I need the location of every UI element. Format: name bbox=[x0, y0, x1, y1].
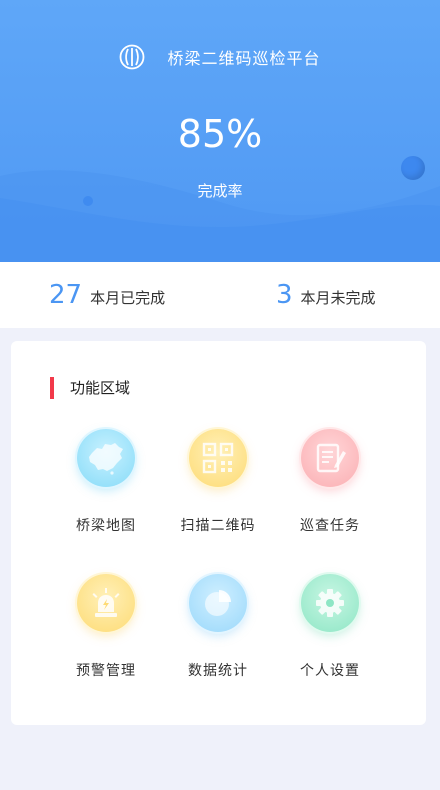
decorative-dot bbox=[83, 196, 93, 206]
function-label: 扫描二维码 bbox=[180, 518, 256, 534]
stat-uncompleted-label: 本月未完成 bbox=[300, 289, 376, 307]
pie-chart-icon bbox=[205, 590, 231, 616]
function-area-card: 功能区域 桥梁地图 扫描二维码 巡查任务 预警管理 数据统计 个人设置 bbox=[11, 341, 426, 725]
patrol-task-icon-circle bbox=[301, 429, 359, 487]
qr-code-icon bbox=[202, 442, 234, 474]
alarm-light-icon bbox=[92, 588, 120, 617]
function-alert-management[interactable]: 预警管理 bbox=[46, 574, 166, 680]
china-map-icon bbox=[89, 443, 123, 475]
header-title-row: 桥梁二维码巡检平台 bbox=[0, 42, 440, 72]
function-label: 巡查任务 bbox=[300, 518, 360, 534]
statistics-icon-circle bbox=[189, 574, 247, 632]
stat-uncompleted-value: 3 bbox=[276, 280, 293, 310]
function-personal-settings[interactable]: 个人设置 bbox=[270, 574, 390, 680]
settings-icon-circle bbox=[301, 574, 359, 632]
stat-completed[interactable]: 27 本月已完成 bbox=[49, 280, 165, 310]
function-data-statistics[interactable]: 数据统计 bbox=[158, 574, 278, 680]
function-scan-qr[interactable]: 扫描二维码 bbox=[158, 429, 278, 535]
function-bridge-map[interactable]: 桥梁地图 bbox=[46, 429, 166, 535]
completion-header: 桥梁二维码巡检平台 85% 完成率 bbox=[0, 0, 440, 262]
alert-icon-circle bbox=[77, 574, 135, 632]
function-label: 桥梁地图 bbox=[76, 518, 136, 534]
section-title: 功能区域 bbox=[70, 379, 131, 397]
stat-completed-value: 27 bbox=[49, 280, 83, 310]
decorative-dot bbox=[401, 156, 425, 180]
function-label: 预警管理 bbox=[76, 663, 136, 679]
completion-rate-label: 完成率 bbox=[197, 182, 243, 200]
gear-icon bbox=[316, 589, 344, 617]
bridge-map-icon-circle bbox=[77, 429, 135, 487]
stat-completed-label: 本月已完成 bbox=[90, 289, 166, 307]
function-label: 数据统计 bbox=[188, 663, 248, 679]
app-title: 桥梁二维码巡检平台 bbox=[167, 49, 321, 68]
function-patrol-task[interactable]: 巡查任务 bbox=[270, 429, 390, 535]
scan-qr-icon-circle bbox=[189, 429, 247, 487]
completion-rate-value: 85% bbox=[177, 112, 263, 156]
home-page: 桥梁二维码巡检平台 85% 完成率 27 本月已完成 3 本月未完成 功能区域 bbox=[0, 0, 440, 790]
section-accent-bar bbox=[50, 377, 54, 399]
monthly-stats: 27 本月已完成 3 本月未完成 bbox=[0, 262, 440, 328]
bridge-logo-icon bbox=[120, 44, 145, 70]
task-edit-icon bbox=[316, 443, 346, 473]
stat-uncompleted[interactable]: 3 本月未完成 bbox=[276, 280, 376, 310]
function-label: 个人设置 bbox=[300, 663, 360, 679]
